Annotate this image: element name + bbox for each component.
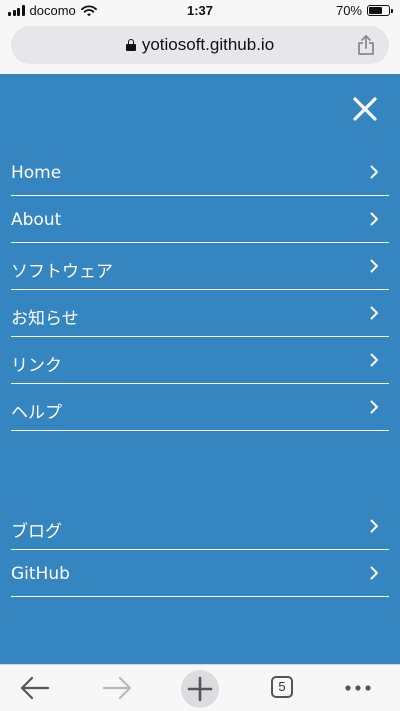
chevron-right-icon (370, 400, 378, 414)
menu-item-label: Home (11, 163, 62, 183)
menu-item-software[interactable]: ソフトウェア (11, 243, 389, 290)
status-bar: docomo 1:37 70% (0, 0, 400, 22)
menu-item-links[interactable]: リンク (11, 337, 389, 384)
status-right: 70% (335, 3, 393, 18)
menu-item-label: ソフトウェア (11, 262, 113, 282)
menu-item-label: GitHub (11, 564, 70, 584)
chevron-right-icon (370, 165, 378, 179)
menu-item-home[interactable]: Home (11, 149, 389, 196)
address-bar[interactable]: yotiosoft.github.io (11, 26, 389, 64)
menu-item-help[interactable]: ヘルプ (11, 384, 389, 431)
url-text[interactable]: yotiosoft.github.io (142, 35, 274, 55)
menu-item-label: About (11, 210, 62, 230)
browser-toolbar: 5 (0, 664, 400, 711)
more-dots-icon[interactable] (342, 672, 376, 704)
chevron-right-icon (370, 306, 378, 320)
menu-item-label: ヘルプ (11, 403, 62, 423)
forward-arrow-icon[interactable] (100, 672, 134, 704)
browser-address-area: yotiosoft.github.io (0, 22, 400, 74)
chevron-right-icon (370, 259, 378, 273)
menu-item-github[interactable]: GitHub (11, 550, 389, 597)
chevron-right-icon (370, 566, 378, 580)
plus-icon (187, 676, 213, 702)
menu-item-about[interactable]: About (11, 196, 389, 243)
lock-icon (125, 39, 136, 51)
chevron-right-icon (370, 519, 378, 533)
primary-menu-list: Home About ソフトウェア お知らせ リンク ヘルプ (11, 149, 389, 431)
close-icon[interactable] (352, 96, 378, 122)
menu-item-blog[interactable]: ブログ (11, 503, 389, 550)
share-icon[interactable] (357, 34, 375, 56)
battery-level (369, 7, 382, 14)
chevron-right-icon (370, 353, 378, 367)
menu-item-label: お知らせ (11, 309, 79, 329)
secondary-menu-list: ブログ GitHub (11, 503, 389, 597)
chevron-right-icon (370, 212, 378, 226)
battery-icon (367, 5, 393, 16)
menu-item-label: ブログ (11, 522, 62, 542)
battery-percent: 70% (335, 3, 362, 18)
new-tab-button[interactable] (181, 670, 219, 708)
navigation-menu: Home About ソフトウェア お知らせ リンク ヘルプ ブログ GitHu… (0, 74, 400, 664)
tabs-count-button[interactable]: 5 (271, 676, 293, 698)
menu-item-news[interactable]: お知らせ (11, 290, 389, 337)
back-arrow-icon[interactable] (18, 672, 52, 704)
menu-item-label: リンク (11, 356, 62, 376)
